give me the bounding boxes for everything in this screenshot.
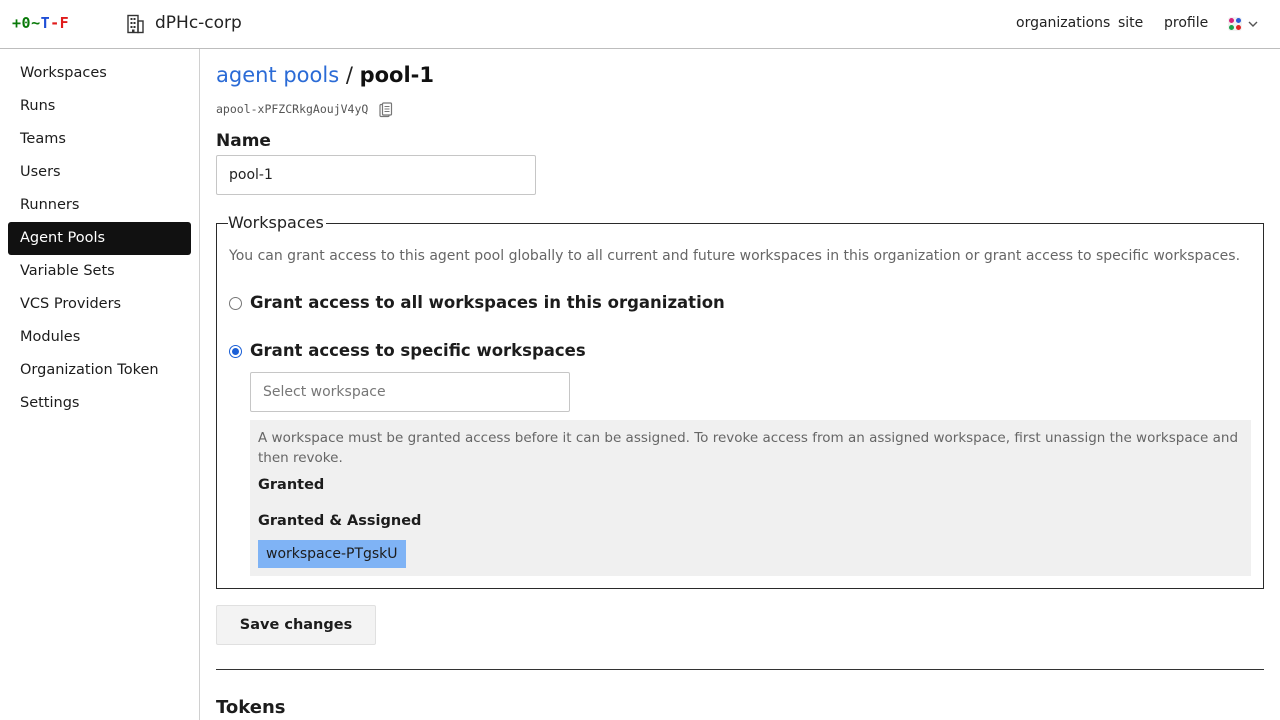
workspace-access-info: A workspace must be granted access befor… <box>258 430 1239 466</box>
logo-part-1: +0 <box>12 14 32 32</box>
sidebar-item-vcs-providers[interactable]: VCS Providers <box>8 288 191 321</box>
top-header: +0~T-F dPHc-corp organizations site prof… <box>0 0 1280 49</box>
nav-profile-link[interactable]: profile <box>1164 15 1208 31</box>
sidebar-item-users[interactable]: Users <box>8 156 191 189</box>
sidebar-item-workspaces[interactable]: Workspaces <box>8 57 191 90</box>
sidebar-item-organization-token[interactable]: Organization Token <box>8 354 191 387</box>
sidebar-item-settings[interactable]: Settings <box>8 387 191 420</box>
logo-part-4: -F <box>50 14 70 32</box>
breadcrumb: agent pools / pool-1 <box>216 62 434 88</box>
workspaces-legend: Workspaces <box>228 213 326 232</box>
building-icon <box>127 14 144 34</box>
breadcrumb-agent-pools-link[interactable]: agent pools <box>216 63 339 87</box>
otf-logo[interactable]: +0~T-F <box>12 14 69 32</box>
sidebar-item-agent-pools[interactable]: Agent Pools <box>8 222 191 255</box>
copy-icon[interactable] <box>379 102 393 118</box>
grant-all-label[interactable]: Grant access to all workspaces in this o… <box>250 293 725 312</box>
nav-site-link[interactable]: site <box>1118 15 1143 31</box>
section-divider <box>216 669 1264 670</box>
grant-all-radio[interactable] <box>229 297 242 310</box>
grant-specific-label[interactable]: Grant access to specific workspaces <box>250 341 586 360</box>
logo-part-3: T <box>40 14 51 32</box>
nav-organizations-link[interactable]: organizations <box>1016 15 1110 31</box>
workspace-select-input[interactable] <box>250 372 570 412</box>
granted-heading: Granted <box>258 477 325 493</box>
chevron-down-icon <box>1248 21 1258 27</box>
breadcrumb-separator: / <box>345 63 353 87</box>
sidebar-item-teams[interactable]: Teams <box>8 123 191 156</box>
logo-part-2: ~ <box>31 14 41 32</box>
sidebar-item-runners[interactable]: Runners <box>8 189 191 222</box>
workspaces-description: You can grant access to this agent pool … <box>229 248 1241 264</box>
tokens-heading: Tokens <box>216 697 286 718</box>
color-dots-icon <box>1228 17 1242 31</box>
organization-name[interactable]: dPHc-corp <box>155 13 242 33</box>
sidebar-item-variable-sets[interactable]: Variable Sets <box>8 255 191 288</box>
save-changes-button[interactable]: Save changes <box>216 605 376 645</box>
sidebar: Workspaces Runs Teams Users Runners Agen… <box>0 49 200 720</box>
breadcrumb-current: pool-1 <box>359 63 435 87</box>
grant-specific-radio[interactable] <box>229 345 242 358</box>
name-field-label: Name <box>216 131 271 151</box>
granted-assigned-heading: Granted & Assigned <box>258 513 422 529</box>
theme-menu-button[interactable] <box>1226 12 1262 36</box>
agent-pool-id: apool-xPFZCRkgAoujV4yQ <box>216 102 369 116</box>
sidebar-item-modules[interactable]: Modules <box>8 321 191 354</box>
sidebar-item-runs[interactable]: Runs <box>8 90 191 123</box>
name-input[interactable] <box>216 155 536 195</box>
workspace-chip[interactable]: workspace-PTgskU <box>258 540 406 568</box>
